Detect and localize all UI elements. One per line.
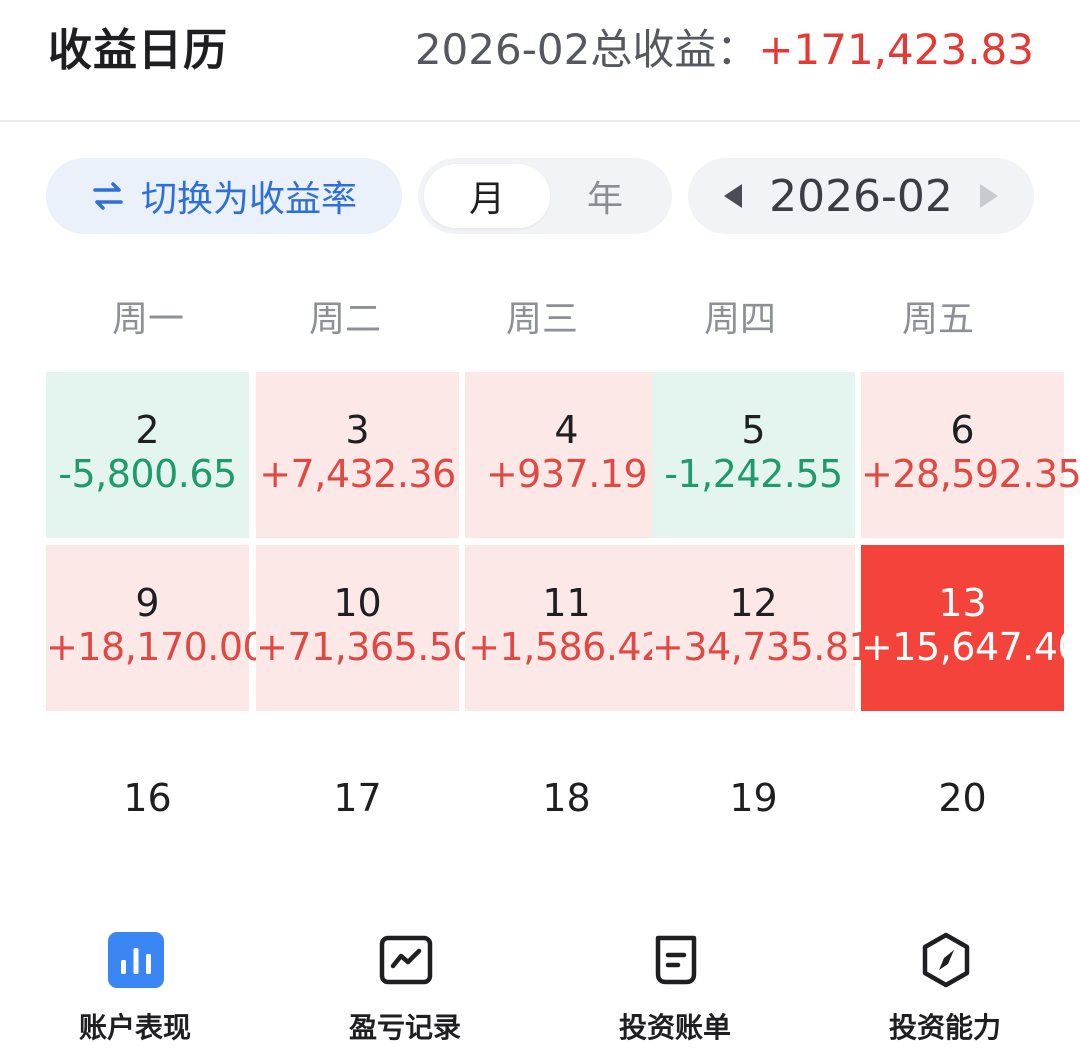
previous-month-icon[interactable] [718,180,750,212]
calendar-day-cell[interactable]: 20 [861,768,1064,848]
day-profit: +34,735.81 [652,625,873,669]
next-month-icon[interactable] [972,180,1004,212]
calendar-day-cell[interactable]: 16 [46,768,249,848]
bottom-tab-bar: 账户表现 盈亏记录 投资账单 投资能力 [0,920,1080,1058]
calendar-day-cell[interactable]: 10 +71,365.50 [256,545,477,711]
day-profit: -1,242.55 [664,452,843,496]
weekday-thu: 周四 [703,299,776,340]
day-number: 13 [938,581,987,625]
trend-line-icon [379,935,433,985]
month-navigator: 2026-02 [688,158,1034,234]
switch-to-rate-button[interactable]: 切换为收益率 [46,158,402,234]
calendar-day-cell[interactable]: 18 [465,768,668,848]
calendar-day-cell-selected[interactable]: 13 +15,647.40 [861,545,1080,711]
bar-chart-icon [108,932,164,988]
day-profit: +15,647.40 [861,625,1080,669]
day-number: 20 [938,776,987,820]
weekday-header: 周一 周二 周三 周四 周五 [46,290,1066,350]
day-number: 10 [333,581,382,625]
calendar-day-cell[interactable]: 11 +1,586.42 [465,545,668,711]
tab-profit-loss-record[interactable]: 盈亏记录 [270,920,540,1050]
tab-investment-bill[interactable]: 投资账单 [540,920,810,1050]
day-number: 5 [741,408,766,452]
weekday-fri: 周五 [901,299,974,340]
day-profit: -5,800.65 [58,452,237,496]
day-number: 17 [333,776,382,820]
calendar-day-cell[interactable]: 5 -1,242.55 [652,372,855,538]
day-profit: +71,365.50 [256,625,477,669]
day-profit: +18,170.00 [46,625,267,669]
day-number: 18 [542,776,591,820]
tab-account-performance[interactable]: 账户表现 [0,920,270,1050]
calendar-controls: 切换为收益率 月 年 2026-02 [0,158,1080,236]
day-number: 2 [135,408,160,452]
weekday-wed: 周三 [505,299,578,340]
calendar-day-cell[interactable]: 2 -5,800.65 [46,372,249,538]
current-month-label: 2026-02 [769,170,953,222]
day-profit: +28,592.35 [861,452,1080,496]
day-number: 12 [729,581,778,625]
day-profit: +1,586.42 [468,625,665,669]
swap-icon [93,182,123,210]
day-number: 4 [554,408,579,452]
day-number: 19 [729,776,778,820]
header: 收益日历 2026-02总收益：+171,423.83 [0,0,1080,122]
period-year-tab[interactable]: 年 [542,164,668,228]
monthly-total-label: 2026-02总收益： [414,25,759,74]
calendar-day-cell[interactable]: 9 +18,170.00 [46,545,267,711]
calendar-day-cell[interactable]: 3 +7,432.36 [256,372,459,538]
day-number: 11 [542,581,591,625]
day-profit: +937.19 [485,452,648,496]
calendar-day-cell[interactable]: 19 [652,768,855,848]
calendar-day-cell[interactable]: 17 [256,768,459,848]
monthly-total-value: +171,423.83 [758,25,1034,74]
calendar-day-cell[interactable]: 6 +28,592.35 [861,372,1080,538]
day-number: 6 [950,408,975,452]
tab-investment-ability[interactable]: 投资能力 [810,920,1080,1050]
calendar-day-cell[interactable]: 4 +937.19 [465,372,668,538]
day-number: 16 [123,776,172,820]
day-profit: +7,432.36 [259,452,456,496]
calendar-day-cell[interactable]: 12 +34,735.81 [652,545,873,711]
bill-icon [655,935,697,985]
monthly-total: 2026-02总收益：+171,423.83 [415,16,1034,77]
tab-label: 投资能力 [888,1011,1001,1044]
day-number: 9 [135,581,160,625]
day-number: 3 [345,408,370,452]
compass-icon [922,932,970,988]
switch-to-rate-label: 切换为收益率 [140,179,357,220]
tab-label: 盈亏记录 [348,1011,461,1044]
weekday-mon: 周一 [111,299,184,340]
period-switch: 月 年 [418,158,672,234]
period-month-tab[interactable]: 月 [424,164,550,228]
weekday-tue: 周二 [308,299,381,340]
tab-label: 账户表现 [78,1011,191,1044]
page-title: 收益日历 [48,25,228,76]
tab-label: 投资账单 [618,1011,731,1044]
